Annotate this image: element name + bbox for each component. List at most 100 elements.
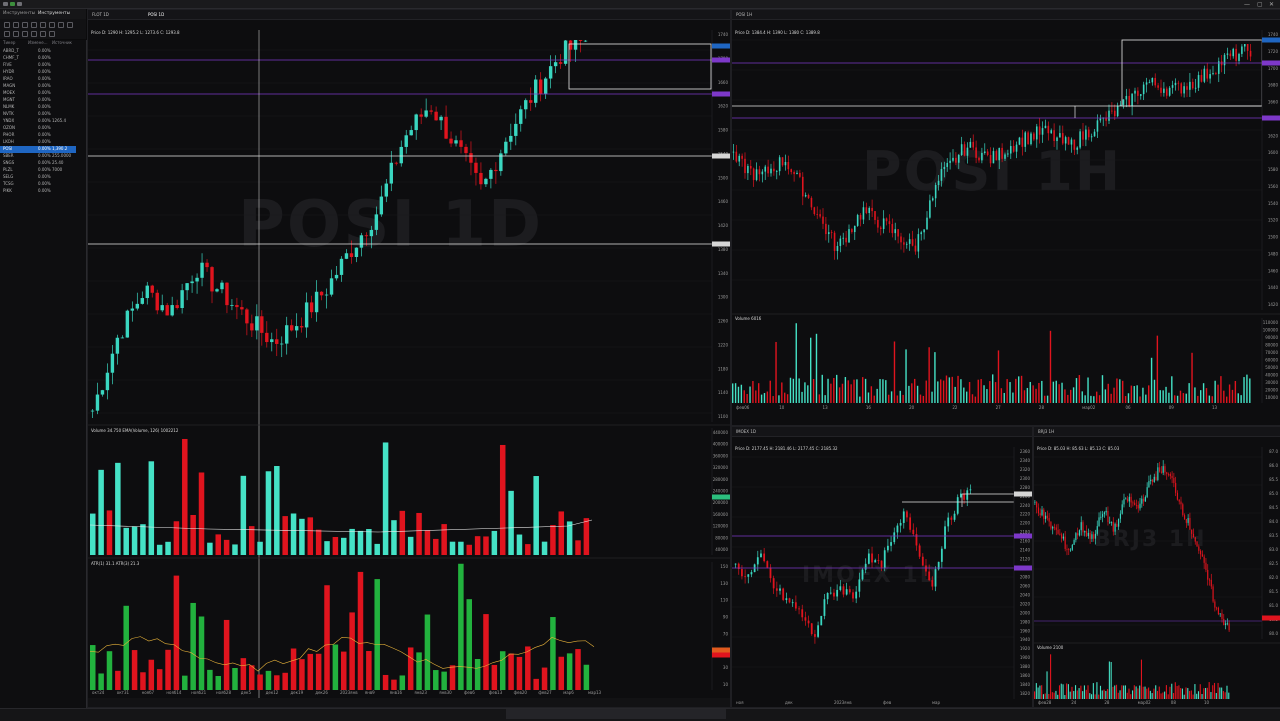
tab-instruments[interactable]: Инструменты <box>3 11 35 16</box>
volume-bar <box>1055 690 1057 699</box>
col-source[interactable]: Источник <box>52 40 72 45</box>
volume-bar <box>198 616 205 690</box>
volume-bar <box>1124 685 1126 699</box>
chart-icon[interactable] <box>49 31 55 37</box>
candle-body <box>1080 522 1082 531</box>
candle-body <box>887 545 889 551</box>
horizontal-scrollbar[interactable] <box>506 709 726 719</box>
watchlist-row[interactable]: MGNT 0.00% <box>0 97 76 104</box>
volume-bar <box>743 390 745 403</box>
col-change[interactable]: Измене... <box>28 40 48 45</box>
x-tick-label: 08 <box>1171 700 1177 705</box>
candle-body <box>1223 54 1226 66</box>
watchlist-row[interactable]: LKOH 0.00% <box>0 139 76 146</box>
volume-bar <box>772 396 774 403</box>
volume-bar <box>1006 379 1008 403</box>
watchlist-row[interactable]: CHMF_T 0.00% <box>0 55 76 62</box>
volume-bar <box>931 391 933 403</box>
volume-bar <box>1121 685 1123 699</box>
list-icon[interactable] <box>22 31 28 37</box>
volume-bar <box>1169 686 1171 699</box>
watchlist-row[interactable]: NLMK 0.00% <box>0 104 76 111</box>
y-tick-label: 80.0 <box>1269 631 1278 636</box>
lock-icon[interactable] <box>4 31 10 37</box>
link-icon[interactable] <box>31 22 37 28</box>
x-tick-label: 28 <box>1039 405 1045 410</box>
watchlist-row[interactable]: NVTK 0.00% <box>0 111 76 118</box>
watchlist-row[interactable]: POSI 0.00% 1,390.2 <box>0 146 76 153</box>
main-chart-canvas[interactable]: 1740170016601620158015401500146014201380… <box>88 10 730 707</box>
watchlist-row[interactable]: OZON 0.00% <box>0 125 76 132</box>
grid-icon[interactable] <box>31 31 37 37</box>
add-icon[interactable] <box>4 22 10 28</box>
watchlist-row[interactable]: PIKK 0.00% <box>0 188 76 195</box>
watchlist-row[interactable]: IRAO 0.00% <box>0 76 76 83</box>
watchlist-row[interactable]: FIVE 0.00% <box>0 62 76 69</box>
watchlist-row[interactable]: YNDX 0.00% 1265.4 <box>0 118 76 125</box>
search-icon[interactable] <box>40 31 46 37</box>
settings-icon[interactable] <box>22 22 28 28</box>
row-change: 0.00% <box>38 146 51 151</box>
row-change: 0.00% <box>38 181 51 186</box>
volume-bar <box>1217 682 1219 699</box>
watchlist-row[interactable]: TCSG 0.00% <box>0 181 76 188</box>
candle-body <box>793 171 795 175</box>
imoex-canvas[interactable]: 2360234023202300228022602240222022002180… <box>732 427 1032 707</box>
candle-body <box>1150 479 1152 482</box>
volume-bar <box>1136 385 1138 403</box>
watchlist-row[interactable]: SBER 0.00% 255.0000 <box>0 153 76 160</box>
posi-1h-canvas[interactable]: 1740172017001680166016401620160015801560… <box>732 10 1280 425</box>
volume-bar <box>131 650 138 690</box>
row-ticker: OZON <box>3 125 16 130</box>
volume-bar <box>357 530 364 555</box>
price-tag <box>712 43 730 49</box>
volume-bar <box>1064 695 1066 699</box>
x-tick-label: окт24 <box>92 690 105 695</box>
tab-instruments-2[interactable]: Инструменты <box>38 11 70 16</box>
sort-icon[interactable] <box>40 22 46 28</box>
candle-body <box>981 153 983 161</box>
candle-body <box>778 157 781 172</box>
volume-bar <box>922 395 925 403</box>
candle-body <box>469 153 473 163</box>
candle-body <box>738 155 741 162</box>
star-icon[interactable] <box>13 31 19 37</box>
volume-bar <box>1074 685 1077 699</box>
menu-icon[interactable] <box>17 2 22 6</box>
watchlist-row[interactable]: PHOR 0.00% <box>0 132 76 139</box>
candle-body <box>856 214 859 226</box>
x-tick-label: фев20 <box>514 690 528 695</box>
y-tick-label: 2220 <box>1020 512 1031 517</box>
volume-bar <box>1078 375 1081 403</box>
watchlist-row[interactable]: PLZL 0.00% 7000 <box>0 167 76 174</box>
watchlist-row[interactable]: SELG 0.00% <box>0 174 76 181</box>
watchlist-row[interactable]: SNGS 0.00% 25.40 <box>0 160 76 167</box>
minimize-button[interactable]: — <box>1244 1 1250 8</box>
brj3-canvas[interactable]: 87.0 86.0 85.5 85.0 84.5 84.0 83.5 83.0 82.5 82.0… <box>1034 427 1280 707</box>
candle-body <box>1021 137 1024 147</box>
maximize-button[interactable]: ▢ <box>1257 1 1263 8</box>
x-tick-label: 24 <box>1071 700 1077 705</box>
more-icon[interactable] <box>67 22 73 28</box>
filter-icon[interactable] <box>13 22 19 28</box>
candle-body <box>399 146 403 164</box>
volume-bar <box>1139 685 1141 699</box>
columns-icon[interactable] <box>49 22 55 28</box>
close-button[interactable]: ✕ <box>1269 1 1274 8</box>
y-tick-label: 1600 <box>1268 150 1279 155</box>
watchlist-row[interactable]: ABRD_T 0.00% <box>0 48 76 55</box>
candle-body <box>1119 513 1122 519</box>
col-ticker[interactable]: Тикер <box>3 40 15 45</box>
refresh-icon[interactable] <box>58 22 64 28</box>
volume-bar <box>240 658 247 690</box>
volume-bar <box>1148 385 1150 403</box>
volume-bar <box>856 379 858 403</box>
volume-bar <box>1117 692 1119 699</box>
row-ticker: NVTK <box>3 111 14 116</box>
candle-body <box>1191 529 1193 534</box>
row-ticker: MGNT <box>3 97 15 102</box>
watchlist-row[interactable]: HYDR 0.00% <box>0 69 76 76</box>
x-tick-label: 13 <box>1212 405 1218 410</box>
watchlist-row[interactable]: MAGN 0.00% <box>0 83 76 90</box>
watchlist-row[interactable]: MOEX 0.00% <box>0 90 76 97</box>
